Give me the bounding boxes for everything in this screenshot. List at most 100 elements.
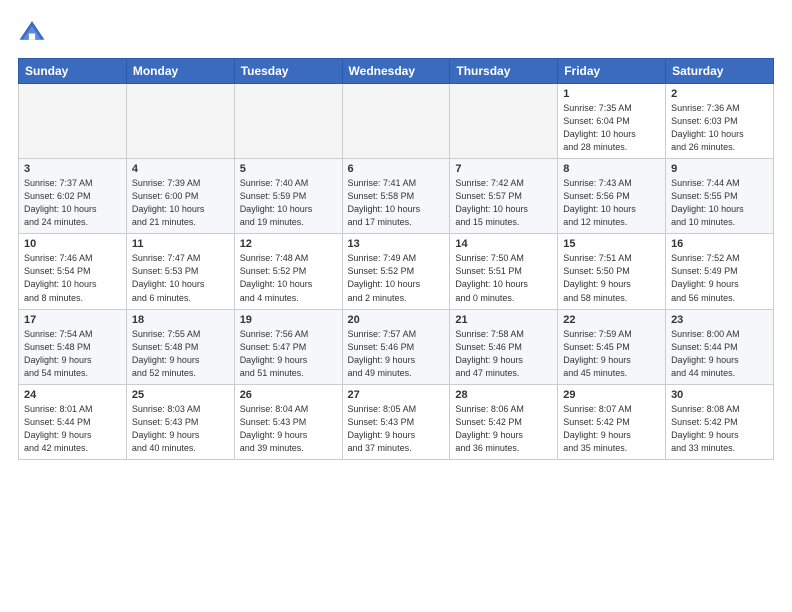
day-info: Sunrise: 7:57 AM Sunset: 5:46 PM Dayligh…: [348, 328, 445, 380]
calendar-cell: 29 Sunrise: 8:07 AM Sunset: 5:42 PM Dayli…: [558, 384, 666, 459]
day-number: 5: [240, 163, 337, 175]
weekday-header-thursday: Thursday: [450, 59, 558, 84]
calendar-cell: 13 Sunrise: 7:49 AM Sunset: 5:52 PM Dayli…: [342, 234, 450, 309]
day-number: 19: [240, 314, 337, 326]
day-info: Sunrise: 8:05 AM Sunset: 5:43 PM Dayligh…: [348, 403, 445, 455]
calendar-week-3: 10 Sunrise: 7:46 AM Sunset: 5:54 PM Dayli…: [19, 234, 774, 309]
day-info: Sunrise: 7:59 AM Sunset: 5:45 PM Dayligh…: [563, 328, 660, 380]
calendar-cell: 18 Sunrise: 7:55 AM Sunset: 5:48 PM Dayli…: [126, 309, 234, 384]
calendar-cell: 5Sunrise: 7:40 AM Sunset: 5:59 PM Daylig…: [234, 159, 342, 234]
calendar-cell: 9 Sunrise: 7:44 AM Sunset: 5:55 PM Daylig…: [666, 159, 774, 234]
calendar-cell: 10 Sunrise: 7:46 AM Sunset: 5:54 PM Dayli…: [19, 234, 127, 309]
day-number: 17: [24, 314, 121, 326]
calendar-cell: [234, 84, 342, 159]
day-number: 20: [348, 314, 445, 326]
day-number: 7: [455, 163, 552, 175]
day-info: Sunrise: 8:06 AM Sunset: 5:42 PM Dayligh…: [455, 403, 552, 455]
calendar-cell: 14Sunrise: 7:50 AM Sunset: 5:51 PM Dayli…: [450, 234, 558, 309]
day-number: 13: [348, 238, 445, 250]
day-number: 18: [132, 314, 229, 326]
calendar-cell: 19 Sunrise: 7:56 AM Sunset: 5:47 PM Dayli…: [234, 309, 342, 384]
calendar-cell: 22 Sunrise: 7:59 AM Sunset: 5:45 PM Dayli…: [558, 309, 666, 384]
calendar-cell: [19, 84, 127, 159]
day-number: 4: [132, 163, 229, 175]
day-info: Sunrise: 7:47 AM Sunset: 5:53 PM Dayligh…: [132, 252, 229, 304]
day-info: Sunrise: 7:58 AM Sunset: 5:46 PM Dayligh…: [455, 328, 552, 380]
day-info: Sunrise: 8:00 AM Sunset: 5:44 PM Dayligh…: [671, 328, 768, 380]
day-info: Sunrise: 7:39 AM Sunset: 6:00 PM Dayligh…: [132, 177, 229, 229]
day-number: 6: [348, 163, 445, 175]
day-info: Sunrise: 7:56 AM Sunset: 5:47 PM Dayligh…: [240, 328, 337, 380]
header: [18, 18, 774, 46]
calendar-cell: 30 Sunrise: 8:08 AM Sunset: 5:42 PM Dayli…: [666, 384, 774, 459]
calendar-cell: 27 Sunrise: 8:05 AM Sunset: 5:43 PM Dayli…: [342, 384, 450, 459]
day-info: Sunrise: 7:48 AM Sunset: 5:52 PM Dayligh…: [240, 252, 337, 304]
day-number: 15: [563, 238, 660, 250]
day-info: Sunrise: 7:51 AM Sunset: 5:50 PM Dayligh…: [563, 252, 660, 304]
calendar-cell: 15 Sunrise: 7:51 AM Sunset: 5:50 PM Dayli…: [558, 234, 666, 309]
calendar-cell: 12 Sunrise: 7:48 AM Sunset: 5:52 PM Dayli…: [234, 234, 342, 309]
day-number: 16: [671, 238, 768, 250]
day-info: Sunrise: 8:08 AM Sunset: 5:42 PM Dayligh…: [671, 403, 768, 455]
day-info: Sunrise: 8:03 AM Sunset: 5:43 PM Dayligh…: [132, 403, 229, 455]
weekday-header-saturday: Saturday: [666, 59, 774, 84]
weekday-header-tuesday: Tuesday: [234, 59, 342, 84]
logo: [18, 18, 50, 46]
day-number: 3: [24, 163, 121, 175]
calendar-week-4: 17 Sunrise: 7:54 AM Sunset: 5:48 PM Dayli…: [19, 309, 774, 384]
calendar: SundayMondayTuesdayWednesdayThursdayFrid…: [18, 58, 774, 460]
calendar-cell: 3 Sunrise: 7:37 AM Sunset: 6:02 PM Daylig…: [19, 159, 127, 234]
calendar-cell: 17 Sunrise: 7:54 AM Sunset: 5:48 PM Dayli…: [19, 309, 127, 384]
day-number: 24: [24, 389, 121, 401]
calendar-week-2: 3 Sunrise: 7:37 AM Sunset: 6:02 PM Daylig…: [19, 159, 774, 234]
calendar-cell: 8Sunrise: 7:43 AM Sunset: 5:56 PM Daylig…: [558, 159, 666, 234]
day-info: Sunrise: 7:46 AM Sunset: 5:54 PM Dayligh…: [24, 252, 121, 304]
day-number: 12: [240, 238, 337, 250]
day-info: Sunrise: 7:54 AM Sunset: 5:48 PM Dayligh…: [24, 328, 121, 380]
day-number: 28: [455, 389, 552, 401]
calendar-cell: 26 Sunrise: 8:04 AM Sunset: 5:43 PM Dayli…: [234, 384, 342, 459]
calendar-cell: [450, 84, 558, 159]
day-number: 22: [563, 314, 660, 326]
day-number: 26: [240, 389, 337, 401]
weekday-header-wednesday: Wednesday: [342, 59, 450, 84]
calendar-cell: 6 Sunrise: 7:41 AM Sunset: 5:58 PM Daylig…: [342, 159, 450, 234]
weekday-header-row: SundayMondayTuesdayWednesdayThursdayFrid…: [19, 59, 774, 84]
weekday-header-monday: Monday: [126, 59, 234, 84]
day-number: 30: [671, 389, 768, 401]
day-info: Sunrise: 8:04 AM Sunset: 5:43 PM Dayligh…: [240, 403, 337, 455]
day-number: 27: [348, 389, 445, 401]
calendar-cell: 24 Sunrise: 8:01 AM Sunset: 5:44 PM Dayli…: [19, 384, 127, 459]
day-number: 23: [671, 314, 768, 326]
day-info: Sunrise: 7:36 AM Sunset: 6:03 PM Dayligh…: [671, 102, 768, 154]
day-number: 14: [455, 238, 552, 250]
calendar-cell: 20 Sunrise: 7:57 AM Sunset: 5:46 PM Dayli…: [342, 309, 450, 384]
day-info: Sunrise: 7:37 AM Sunset: 6:02 PM Dayligh…: [24, 177, 121, 229]
day-info: Sunrise: 7:52 AM Sunset: 5:49 PM Dayligh…: [671, 252, 768, 304]
weekday-header-sunday: Sunday: [19, 59, 127, 84]
calendar-cell: 21Sunrise: 7:58 AM Sunset: 5:46 PM Dayli…: [450, 309, 558, 384]
day-info: Sunrise: 7:55 AM Sunset: 5:48 PM Dayligh…: [132, 328, 229, 380]
calendar-cell: 28 Sunrise: 8:06 AM Sunset: 5:42 PM Dayli…: [450, 384, 558, 459]
weekday-header-friday: Friday: [558, 59, 666, 84]
day-number: 9: [671, 163, 768, 175]
day-info: Sunrise: 7:49 AM Sunset: 5:52 PM Dayligh…: [348, 252, 445, 304]
calendar-cell: 4 Sunrise: 7:39 AM Sunset: 6:00 PM Daylig…: [126, 159, 234, 234]
day-number: 1: [563, 88, 660, 100]
page: SundayMondayTuesdayWednesdayThursdayFrid…: [0, 0, 792, 472]
calendar-cell: 11Sunrise: 7:47 AM Sunset: 5:53 PM Dayli…: [126, 234, 234, 309]
calendar-cell: 1 Sunrise: 7:35 AM Sunset: 6:04 PM Daylig…: [558, 84, 666, 159]
calendar-week-1: 1 Sunrise: 7:35 AM Sunset: 6:04 PM Daylig…: [19, 84, 774, 159]
day-info: Sunrise: 8:01 AM Sunset: 5:44 PM Dayligh…: [24, 403, 121, 455]
day-number: 29: [563, 389, 660, 401]
day-number: 10: [24, 238, 121, 250]
day-info: Sunrise: 7:44 AM Sunset: 5:55 PM Dayligh…: [671, 177, 768, 229]
calendar-cell: 2Sunrise: 7:36 AM Sunset: 6:03 PM Daylig…: [666, 84, 774, 159]
calendar-cell: 7Sunrise: 7:42 AM Sunset: 5:57 PM Daylig…: [450, 159, 558, 234]
calendar-week-5: 24 Sunrise: 8:01 AM Sunset: 5:44 PM Dayli…: [19, 384, 774, 459]
day-info: Sunrise: 8:07 AM Sunset: 5:42 PM Dayligh…: [563, 403, 660, 455]
calendar-cell: [342, 84, 450, 159]
day-info: Sunrise: 7:35 AM Sunset: 6:04 PM Dayligh…: [563, 102, 660, 154]
day-info: Sunrise: 7:41 AM Sunset: 5:58 PM Dayligh…: [348, 177, 445, 229]
logo-icon: [18, 18, 46, 46]
